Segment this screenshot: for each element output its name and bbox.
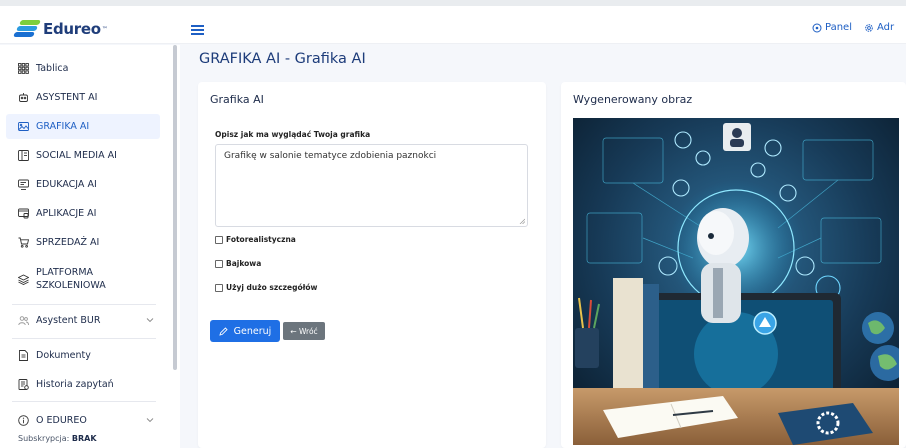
checkbox-box[interactable] <box>215 283 223 292</box>
checkbox-box[interactable] <box>215 259 223 268</box>
prompt-label: Opisz jak ma wyglądać Twoja grafika <box>215 130 371 139</box>
checkbox-label: Użyj dużo szczegółów <box>226 283 318 292</box>
history-icon <box>18 379 29 390</box>
brand-trademark: ™ <box>101 25 108 33</box>
sidebar-divider <box>12 304 156 305</box>
chevron-down-icon <box>146 418 154 423</box>
sidebar-item-o-edureo[interactable]: O EDUREO <box>6 408 160 433</box>
subscription-value: BRAK <box>71 434 97 443</box>
back-button[interactable]: ← Wróć <box>283 322 325 340</box>
checkbox-duzo-szczegolow[interactable]: Użyj dużo szczegółów <box>215 283 317 292</box>
gear-icon <box>865 23 873 32</box>
resize-handle-icon[interactable] <box>519 218 525 224</box>
apps-icon <box>18 208 29 219</box>
result-card: Wygenerowany obraz <box>561 82 906 448</box>
panel-link[interactable]: Panel <box>812 22 852 33</box>
brand-name: Edureo <box>43 20 101 38</box>
page-title: GRAFIKA AI - Grafika AI <box>199 51 366 67</box>
sidebar-item-dokumenty[interactable]: Dokumenty <box>6 343 160 368</box>
grid-icon <box>18 63 29 74</box>
sidebar-item-label: ASYSTENT AI <box>36 92 98 103</box>
layers-icon <box>18 273 29 285</box>
generated-image[interactable] <box>573 118 899 445</box>
panel-link-label: Panel <box>825 22 852 33</box>
prompt-card-title: Grafika AI <box>210 93 264 106</box>
gauge-icon <box>812 23 822 32</box>
admin-link-label: Adr <box>876 22 895 33</box>
chevron-down-icon <box>146 318 154 323</box>
sidebar-divider <box>12 401 156 402</box>
info-icon <box>18 415 29 426</box>
generate-button-label: Generuj <box>233 325 272 337</box>
social-icon <box>18 150 29 161</box>
generate-button[interactable]: Generuj <box>210 320 280 342</box>
checkbox-label: Bajkowa <box>226 259 262 268</box>
cart-icon <box>18 237 29 248</box>
prompt-text: Grafikę w salonie tematyce zdobienia paz… <box>224 151 437 161</box>
image-icon <box>18 122 29 131</box>
sidebar-item-label: Historia zapytań <box>36 379 114 390</box>
users-icon <box>18 316 29 326</box>
sidebar-item-sprzedaz-ai[interactable]: SPRZEDAŻ AI <box>6 230 160 255</box>
sidebar-item-asystent-bur[interactable]: Asystent BUR <box>6 308 160 333</box>
sidebar-item-aplikacje-ai[interactable]: APLIKACJE AI <box>6 201 160 226</box>
admin-link[interactable]: Adr <box>864 22 894 33</box>
sidebar-item-label: SOCIAL MEDIA AI <box>36 150 117 161</box>
sidebar-item-label: Dokumenty <box>36 350 91 361</box>
sidebar-item-label: SPRZEDAŻ AI <box>36 237 100 248</box>
sidebar-item-tablica[interactable]: Tablica <box>6 56 160 81</box>
pencil-icon <box>219 326 228 336</box>
sidebar-item-social-media-ai[interactable]: SOCIAL MEDIA AI <box>6 143 160 168</box>
sidebar-item-grafika-ai[interactable]: GRAFIKA AI <box>6 114 160 139</box>
checkbox-fotorealistyczna[interactable]: Fotorealistyczna <box>215 235 296 244</box>
logo-mark-icon <box>13 20 41 38</box>
menu-toggle-icon[interactable] <box>191 25 204 35</box>
sidebar-item-asystent-ai[interactable]: ASYSTENT AI <box>6 85 160 110</box>
sidebar-item-label: GRAFIKA AI <box>36 121 90 132</box>
checkbox-box[interactable] <box>215 235 223 244</box>
sidebar-item-label: Tablica <box>36 63 69 74</box>
subscription-label: Subskrypcja: <box>18 434 70 443</box>
sidebar-item-label: APLIKACJE AI <box>36 208 97 219</box>
document-icon <box>19 350 28 361</box>
prompt-textarea[interactable]: Grafikę w salonie tematyce zdobienia paz… <box>215 144 528 227</box>
prompt-card: Grafika AI Opisz jak ma wyglądać Twoja g… <box>198 82 546 448</box>
sidebar-item-label: PLATFORMA SZKOLENIOWA <box>36 267 106 291</box>
brand-logo[interactable]: Edureo ™ <box>13 18 108 40</box>
sidebar-item-platforma-szkoleniowa[interactable]: PLATFORMA SZKOLENIOWA <box>6 261 160 297</box>
top-bar <box>0 6 906 44</box>
sidebar-item-historia-zapytan[interactable]: Historia zapytań <box>6 372 160 397</box>
sidebar-scrollbar[interactable] <box>173 45 177 370</box>
checkbox-bajkowa[interactable]: Bajkowa <box>215 259 261 268</box>
top-nav: Panel Adr <box>812 22 894 33</box>
sidebar-item-label: O EDUREO <box>36 415 87 426</box>
sidebar-item-label: EDUKACJA AI <box>36 179 97 190</box>
sidebar-divider <box>12 338 156 339</box>
checkbox-label: Fotorealistyczna <box>226 235 296 244</box>
sidebar-item-edukacja-ai[interactable]: EDUKACJA AI <box>6 172 160 197</box>
result-card-title: Wygenerowany obraz <box>573 93 693 106</box>
sidebar-item-label: Asystent BUR <box>36 315 101 326</box>
education-icon <box>18 179 29 190</box>
robot-icon <box>19 93 28 102</box>
subscription-status: Subskrypcja: BRAK <box>18 434 97 443</box>
